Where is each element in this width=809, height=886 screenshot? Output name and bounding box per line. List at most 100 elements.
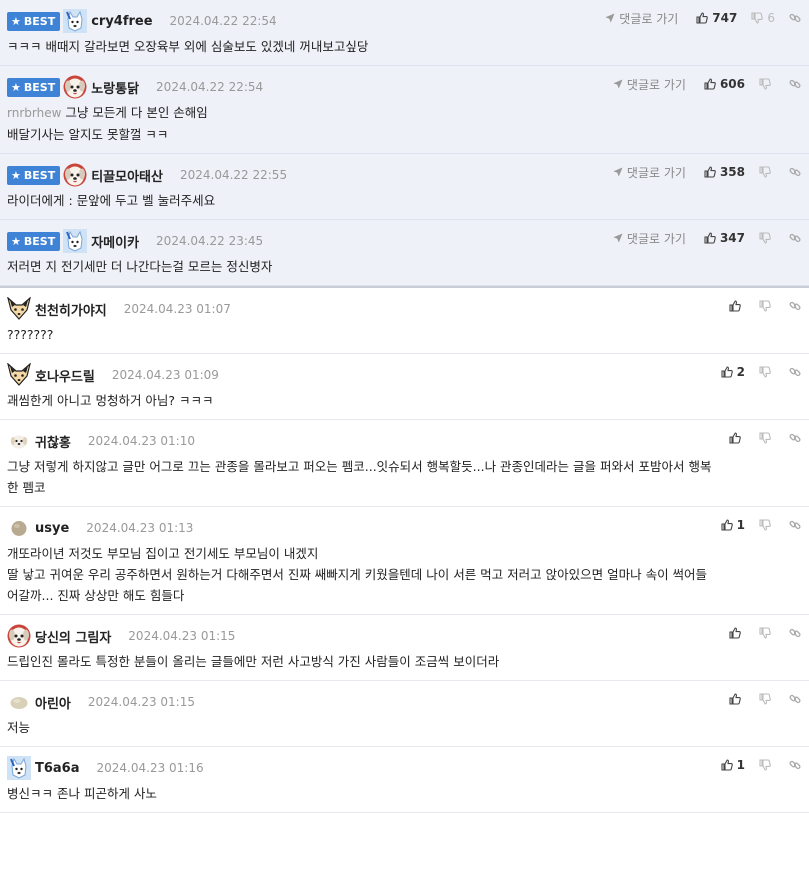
star-icon: ★ bbox=[11, 80, 21, 94]
copy-link-button[interactable] bbox=[789, 300, 801, 312]
copy-link-button[interactable] bbox=[789, 693, 801, 705]
link-icon bbox=[789, 367, 801, 377]
reply-arrow-icon bbox=[613, 233, 623, 243]
downvote-button[interactable]: 6 bbox=[751, 11, 775, 25]
upvote-button[interactable] bbox=[729, 432, 745, 444]
upvote-button[interactable]: 747 bbox=[696, 11, 737, 25]
comment-actions bbox=[729, 690, 801, 708]
comment-date: 2024.04.22 22:54 bbox=[169, 14, 277, 28]
comment-nickname[interactable]: 노랑통닭 bbox=[91, 78, 139, 97]
link-icon bbox=[789, 13, 801, 23]
comment-nickname[interactable]: 자메이카 bbox=[91, 232, 139, 251]
comment-header: usye 2024.04.23 01:13 bbox=[7, 517, 801, 539]
comment-actions bbox=[729, 624, 801, 642]
copy-link-button[interactable] bbox=[789, 519, 801, 531]
comment-text-line: 괘씸한게 아니고 멍청하거 아님? ㅋㅋㅋ bbox=[7, 390, 791, 411]
comment-nickname[interactable]: 천천히가야지 bbox=[35, 300, 107, 319]
upvote-button[interactable] bbox=[729, 693, 745, 705]
comment-date: 2024.04.23 01:07 bbox=[123, 302, 231, 316]
comment-text-line: 그냥 저렇게 하지않고 글만 어그로 끄는 관종을 몰라보고 퍼오는 펨코...… bbox=[7, 456, 791, 477]
downvote-button[interactable] bbox=[759, 693, 775, 705]
comment-header: 호나우드릴 2024.04.23 01:09 bbox=[6, 362, 801, 386]
comment-actions: 댓글로 가기 747 6 bbox=[605, 9, 801, 27]
upvote-count: 606 bbox=[719, 77, 745, 91]
thumbs-down-icon bbox=[759, 78, 771, 90]
reply-link[interactable]: 댓글로 가기 bbox=[605, 10, 678, 27]
reply-link-label: 댓글로 가기 bbox=[626, 77, 686, 92]
comment-nickname[interactable]: T6a6a bbox=[35, 761, 80, 776]
comment-actions bbox=[729, 297, 801, 315]
comment-nickname[interactable]: 당신의 그림자 bbox=[35, 627, 111, 646]
comment-text-line: 병신ㅋㅋ 존나 피곤하게 사노 bbox=[7, 783, 791, 804]
comment-item: T6a6a 2024.04.23 01:16 병신ㅋㅋ 존나 피곤하게 사노 1 bbox=[0, 747, 809, 813]
comment-text-line: 드립인진 몰라도 특정한 분들이 올리는 글들에만 저런 사고방식 가진 사람들… bbox=[7, 651, 791, 672]
comment-text: 그냥 저렇게 하지않고 글만 어그로 끄는 관종을 몰라보고 퍼오는 펨코...… bbox=[7, 452, 801, 506]
downvote-button[interactable] bbox=[759, 519, 775, 531]
reply-link[interactable]: 댓글로 가기 bbox=[613, 76, 686, 93]
upvote-button[interactable]: 1 bbox=[721, 518, 745, 532]
comment-text-line: 배달기사는 알지도 못할껄 ㅋㅋ bbox=[7, 124, 791, 145]
comment-text-content: 라이더에게 : 문앞에 두고 벨 눌러주세요 bbox=[7, 193, 216, 208]
copy-link-button[interactable] bbox=[789, 166, 801, 178]
puppy-small-icon bbox=[10, 432, 28, 450]
copy-link-button[interactable] bbox=[789, 78, 801, 90]
downvote-button[interactable] bbox=[759, 759, 775, 771]
downvote-button[interactable] bbox=[759, 300, 775, 312]
comment-item: ★ BEST 노랑통닭 2024.04.22 22:54 rnrbrhew 그냥 모… bbox=[0, 66, 809, 154]
reply-link[interactable]: 댓글로 가기 bbox=[613, 230, 686, 247]
comment-text-line: rnrbrhew 그냥 모든게 다 본인 손해임 bbox=[7, 102, 791, 124]
comment-nickname[interactable]: cry4free bbox=[91, 14, 152, 29]
thumbs-down-icon bbox=[759, 519, 771, 531]
link-icon bbox=[789, 520, 801, 530]
comment-nickname[interactable]: usye bbox=[35, 521, 69, 536]
thumbs-up-icon bbox=[721, 759, 733, 771]
comment-text-content: 그냥 모든게 다 본인 손해임 bbox=[65, 105, 208, 120]
best-badge: ★ BEST bbox=[7, 77, 61, 97]
reply-link[interactable]: 댓글로 가기 bbox=[613, 164, 686, 181]
downvote-count: 6 bbox=[767, 11, 775, 25]
comment-nickname[interactable]: 귀찮홍 bbox=[35, 432, 71, 451]
downvote-button[interactable] bbox=[759, 232, 775, 244]
copy-link-button[interactable] bbox=[789, 627, 801, 639]
upvote-button[interactable] bbox=[729, 627, 745, 639]
comment-text-line: ??????? bbox=[7, 324, 791, 345]
comment-nickname[interactable]: 아린아 bbox=[35, 693, 71, 712]
downvote-button[interactable] bbox=[759, 366, 775, 378]
thumbs-up-icon bbox=[704, 232, 716, 244]
downvote-button[interactable] bbox=[759, 166, 775, 178]
comment-date: 2024.04.22 23:45 bbox=[156, 234, 264, 248]
upvote-button[interactable]: 347 bbox=[704, 231, 745, 245]
comment-actions: 1 bbox=[721, 516, 801, 534]
comment-text-content: 한 펨코 bbox=[7, 480, 46, 495]
upvote-button[interactable]: 1 bbox=[721, 758, 745, 772]
comment-text-content: 저능 bbox=[7, 720, 31, 735]
comment-nickname[interactable]: 호나우드릴 bbox=[35, 366, 95, 385]
upvote-button[interactable]: 358 bbox=[704, 165, 745, 179]
upvote-button[interactable] bbox=[729, 300, 745, 312]
copy-link-button[interactable] bbox=[789, 366, 801, 378]
comment-text: 괘씸한게 아니고 멍청하거 아님? ㅋㅋㅋ bbox=[7, 386, 801, 419]
comment-text-content: 저러면 지 전기세만 더 나간다는걸 모르는 정신병자 bbox=[7, 259, 273, 274]
comment-date: 2024.04.22 22:55 bbox=[179, 168, 288, 182]
comment-item: 귀찮홍 2024.04.23 01:10 그냥 저렇게 하지않고 글만 어그로 … bbox=[0, 420, 809, 507]
copy-link-button[interactable] bbox=[789, 759, 801, 771]
copy-link-button[interactable] bbox=[789, 12, 801, 24]
comment-date: 2024.04.23 01:16 bbox=[96, 761, 204, 775]
comment-text-line: 딸 낳고 귀여운 우리 공주하면서 원하는거 다해주면서 진짜 쌔빠지게 키웠을… bbox=[7, 564, 791, 585]
upvote-button[interactable]: 2 bbox=[721, 365, 745, 379]
upvote-count: 2 bbox=[736, 365, 745, 379]
best-badge-label: BEST bbox=[23, 14, 56, 28]
downvote-button[interactable] bbox=[759, 627, 775, 639]
comment-nickname[interactable]: 티끌모아태산 bbox=[91, 166, 163, 185]
comment-text-content: 개또라이년 저것도 부모님 집이고 전기세도 부모님이 내겠지 bbox=[7, 546, 319, 561]
thumbs-down-icon bbox=[759, 166, 771, 178]
downvote-button[interactable] bbox=[759, 432, 775, 444]
copy-link-button[interactable] bbox=[789, 232, 801, 244]
downvote-button[interactable] bbox=[759, 78, 775, 90]
comment-text-line: 저러면 지 전기세만 더 나간다는걸 모르는 정신병자 bbox=[7, 256, 791, 277]
maltese-icon bbox=[63, 75, 87, 99]
upvote-button[interactable]: 606 bbox=[704, 77, 745, 91]
copy-link-button[interactable] bbox=[789, 432, 801, 444]
link-icon bbox=[789, 760, 801, 770]
mention-username[interactable]: rnrbrhew bbox=[7, 106, 61, 120]
